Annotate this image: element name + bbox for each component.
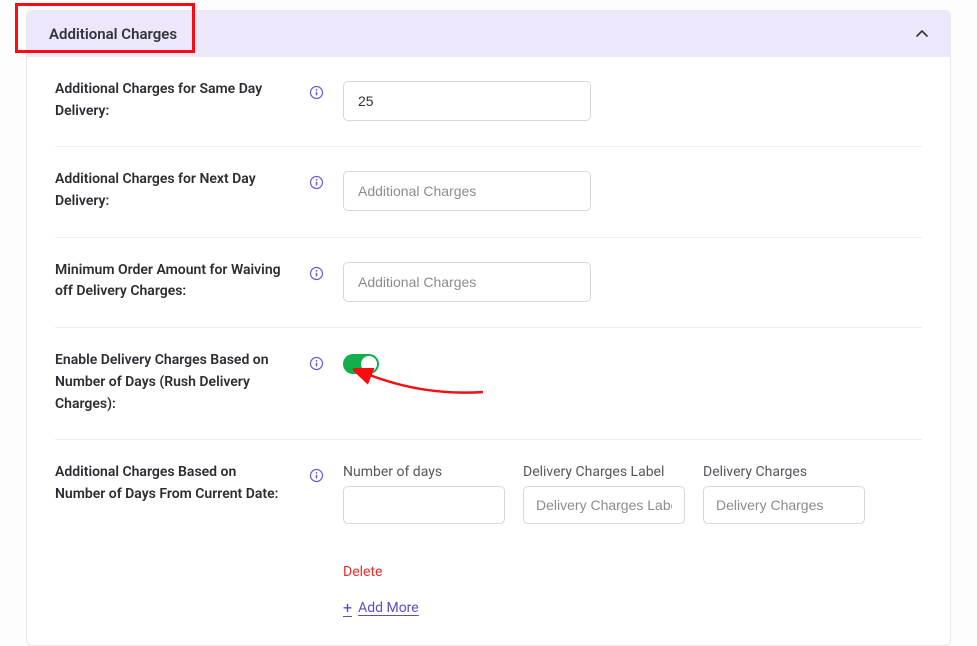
toggle-knob <box>361 356 377 372</box>
row-enable-rush: Enable Delivery Charges Based on Number … <box>55 328 922 440</box>
label-by-days: Additional Charges Based on Number of Da… <box>55 462 297 505</box>
additional-charges-panel: Additional Charges Additional Charges fo… <box>26 10 951 646</box>
input-delivery-charges-label[interactable] <box>523 486 685 524</box>
row-same-day: Additional Charges for Same Day Delivery… <box>55 57 922 147</box>
input-same-day-charges[interactable] <box>343 81 591 121</box>
chevron-up-icon <box>916 28 928 40</box>
input-next-day-charges[interactable] <box>343 171 591 211</box>
info-icon[interactable] <box>309 356 324 371</box>
input-number-of-days[interactable] <box>343 486 505 524</box>
row-next-day: Additional Charges for Next Day Delivery… <box>55 147 922 237</box>
add-more-button[interactable]: + Add More <box>343 598 922 617</box>
input-min-order-amount[interactable] <box>343 262 591 302</box>
days-field-row: Number of days Delivery Charges Label De… <box>343 464 922 580</box>
delete-button[interactable]: Delete <box>343 564 382 580</box>
info-icon[interactable] <box>309 266 324 281</box>
label-delivery-charges-label: Delivery Charges Label <box>523 464 685 480</box>
info-icon[interactable] <box>309 175 324 190</box>
info-icon[interactable] <box>309 468 324 483</box>
panel-title: Additional Charges <box>49 25 177 43</box>
add-more-label: Add More <box>358 600 419 616</box>
label-same-day: Additional Charges for Same Day Delivery… <box>55 79 297 122</box>
panel-header[interactable]: Additional Charges <box>27 11 950 57</box>
label-number-of-days: Number of days <box>343 464 505 480</box>
toggle-enable-rush[interactable] <box>343 354 379 374</box>
label-delivery-charges: Delivery Charges <box>703 464 865 480</box>
label-enable-rush: Enable Delivery Charges Based on Number … <box>55 350 297 415</box>
label-next-day: Additional Charges for Next Day Delivery… <box>55 169 297 212</box>
panel-body: Additional Charges for Same Day Delivery… <box>27 57 950 645</box>
input-delivery-charges[interactable] <box>703 486 865 524</box>
info-icon[interactable] <box>309 85 324 100</box>
row-min-order: Minimum Order Amount for Waiving off Del… <box>55 238 922 328</box>
row-by-days: Additional Charges Based on Number of Da… <box>55 440 922 625</box>
label-min-order: Minimum Order Amount for Waiving off Del… <box>55 260 297 303</box>
plus-icon: + <box>343 598 352 617</box>
